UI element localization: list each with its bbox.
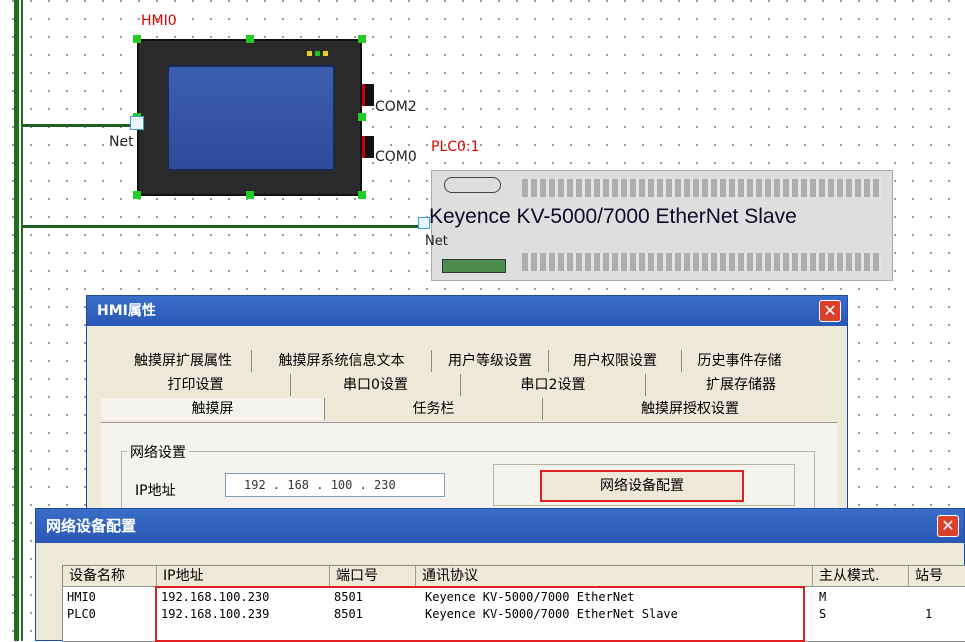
com2-port-icon[interactable] [362,84,374,106]
tab-hmi[interactable]: 触摸屏 [101,398,325,420]
selection-handle[interactable] [246,191,254,199]
cell-mode: M [819,590,827,604]
plc-io-block-icon [442,259,506,273]
highlight-box [155,586,805,642]
tab-row-1: 触摸屏扩展属性 触摸屏系统信息文本 用户等级设置 用户权限设置 历史事件存储 [115,350,837,372]
column-header[interactable]: 端口号 [330,566,416,587]
close-icon[interactable]: ✕ [819,300,841,322]
plc-model-title: Keyence KV-5000/7000 EtherNet Slave [429,205,797,228]
hmi-device[interactable] [137,39,362,196]
com0-port-icon[interactable] [362,136,374,158]
selection-handle[interactable] [133,191,141,199]
column-header[interactable]: 站号 [909,566,965,587]
tab-taskbar[interactable]: 任务栏 [325,398,543,420]
cell-device-name: PLC0 [67,607,96,621]
plc-device-label: PLC0:1 [431,139,480,155]
plc-net-port-icon[interactable] [418,217,430,229]
hmi-screen [167,65,335,171]
net-config-titlebar[interactable]: 网络设备配置 [36,509,964,543]
selection-handle[interactable] [133,35,141,43]
hmi-device-label: HMI0 [141,13,177,29]
selection-handle[interactable] [358,113,366,121]
column-header[interactable]: IP地址 [157,566,330,587]
hmi-properties-titlebar[interactable]: HMI属性 [87,296,847,326]
plc-net-wire [23,225,421,228]
cell-device-name: HMI0 [67,590,96,604]
tab-row-3: 触摸屏 任务栏 触摸屏授权设置 [101,398,837,420]
cell-mode: S [819,607,827,621]
tab-serial0[interactable]: 串口0设置 [291,374,461,396]
close-icon[interactable]: ✕ [937,515,959,537]
com2-label: COM2 [375,99,417,115]
ip-address-label: IP地址 [135,483,176,499]
hmi-led-icon [323,51,328,56]
tab-history-event[interactable]: 历史事件存储 [682,350,797,372]
cell-station: 1 [925,607,933,621]
ip-address-input[interactable]: 192 . 168 . 100 . 230 [225,473,445,497]
hmi-led-icon [315,51,320,56]
tab-serial2[interactable]: 串口2设置 [461,374,646,396]
tab-user-level[interactable]: 用户等级设置 [432,350,549,372]
tab-user-permission[interactable]: 用户权限设置 [549,350,682,372]
left-bus-bar [14,0,19,641]
tab-row-2: 打印设置 串口0设置 串口2设置 扩展存储器 [101,374,837,396]
selection-handle[interactable] [358,35,366,43]
tab-expansion-storage[interactable]: 扩展存储器 [646,374,836,396]
selection-handle[interactable] [358,191,366,199]
com0-label: COM0 [375,149,417,165]
net-config-dialog: 网络设备配置 ✕ 设备名称 IP地址 端口号 通讯协议 主从模式. 站号 HMI… [35,508,965,642]
net-device-config-button[interactable]: 网络设备配置 [540,470,744,502]
selection-handle[interactable] [246,35,254,43]
plc-terminal-strip [522,179,882,197]
tab-hmi-authorization[interactable]: 触摸屏授权设置 [543,398,837,420]
hmi-led-icon [307,51,312,56]
tab-hmi-extended-props[interactable]: 触摸屏扩展属性 [115,350,252,372]
hmi-net-wire [23,124,138,127]
column-header[interactable]: 设备名称 [63,566,157,587]
hmi-properties-dialog: HMI属性 ✕ 触摸屏扩展属性 触摸屏系统信息文本 用户等级设置 用户权限设置 … [86,295,848,537]
hmi-net-port-icon[interactable] [130,116,144,130]
tab-hmi-system-text[interactable]: 触摸屏系统信息文本 [252,350,432,372]
hmi-net-label: Net [109,134,134,150]
column-header[interactable]: 通讯协议 [416,566,813,587]
tab-print-settings[interactable]: 打印设置 [101,374,291,396]
left-bus-line [21,0,23,641]
plc-net-label: Net [425,234,448,249]
column-header[interactable]: 主从模式. [813,566,909,587]
plc-connector-icon [444,177,501,193]
network-settings-label: 网络设置 [127,442,189,462]
plc-terminal-strip [522,253,882,271]
